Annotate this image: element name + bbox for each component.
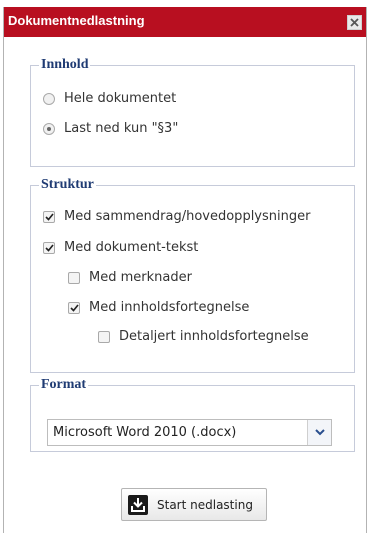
dialog-titlebar[interactable]: Dokumentnedlastning [4,7,366,37]
checkmark-icon [44,243,54,252]
download-dialog: Dokumentnedlastning Innhold Hele dokumen… [3,7,367,533]
dialog-title: Dokumentnedlastning [8,13,145,28]
checkbox[interactable] [43,241,55,254]
content-group: Innhold [30,57,355,167]
start-download-label: Start nedlasting [157,497,253,512]
checkbox-label: Detaljert innholdsfortegnelse [119,329,309,344]
checkbox-label: Med merknader [89,270,192,285]
checkbox-label: Med innholdsfortegnelse [89,300,250,315]
content-group-legend: Innhold [41,57,89,72]
checkbox-summary[interactable]: Med sammendrag/hovedopplysninger [43,209,310,224]
format-group: Format Microsoft Word 2010 (.docx) [30,377,355,452]
radio-label: Hele dokumentet [64,91,177,106]
checkbox[interactable] [98,330,110,343]
checkbox-notes[interactable]: Med merknader [68,270,192,285]
checkbox-document-text[interactable]: Med dokument-tekst [43,240,198,255]
checkbox[interactable] [43,210,55,223]
checkbox-toc[interactable]: Med innholdsfortegnelse [68,300,249,315]
radio-button-selected[interactable] [43,122,55,135]
format-group-legend: Format [41,377,87,392]
checkbox-label: Med sammendrag/hovedopplysninger [64,209,311,224]
start-download-button[interactable]: Start nedlasting [121,488,267,521]
format-select-value: Microsoft Word 2010 (.docx) [53,425,237,440]
close-icon [350,18,359,27]
radio-whole-document[interactable]: Hele dokumentet [43,91,176,106]
checkbox-detailed-toc[interactable]: Detaljert innholdsfortegnelse [98,329,309,344]
window-top-strip [0,0,370,7]
checkmark-icon [44,212,54,221]
format-select-toggle[interactable] [307,420,331,445]
radio-section-only[interactable]: Last ned kun "§3" [43,121,178,136]
checkbox-label: Med dokument-tekst [64,240,199,255]
chevron-down-icon [314,429,325,436]
checkmark-icon [69,303,79,312]
checkbox[interactable] [68,271,80,284]
structure-group-legend: Struktur [41,177,94,192]
download-icon [127,494,149,516]
checkbox[interactable] [68,301,80,314]
radio-label: Last ned kun "§3" [64,121,179,136]
close-button[interactable] [347,15,362,30]
format-select[interactable]: Microsoft Word 2010 (.docx) [47,419,332,446]
radio-button[interactable] [43,92,55,105]
